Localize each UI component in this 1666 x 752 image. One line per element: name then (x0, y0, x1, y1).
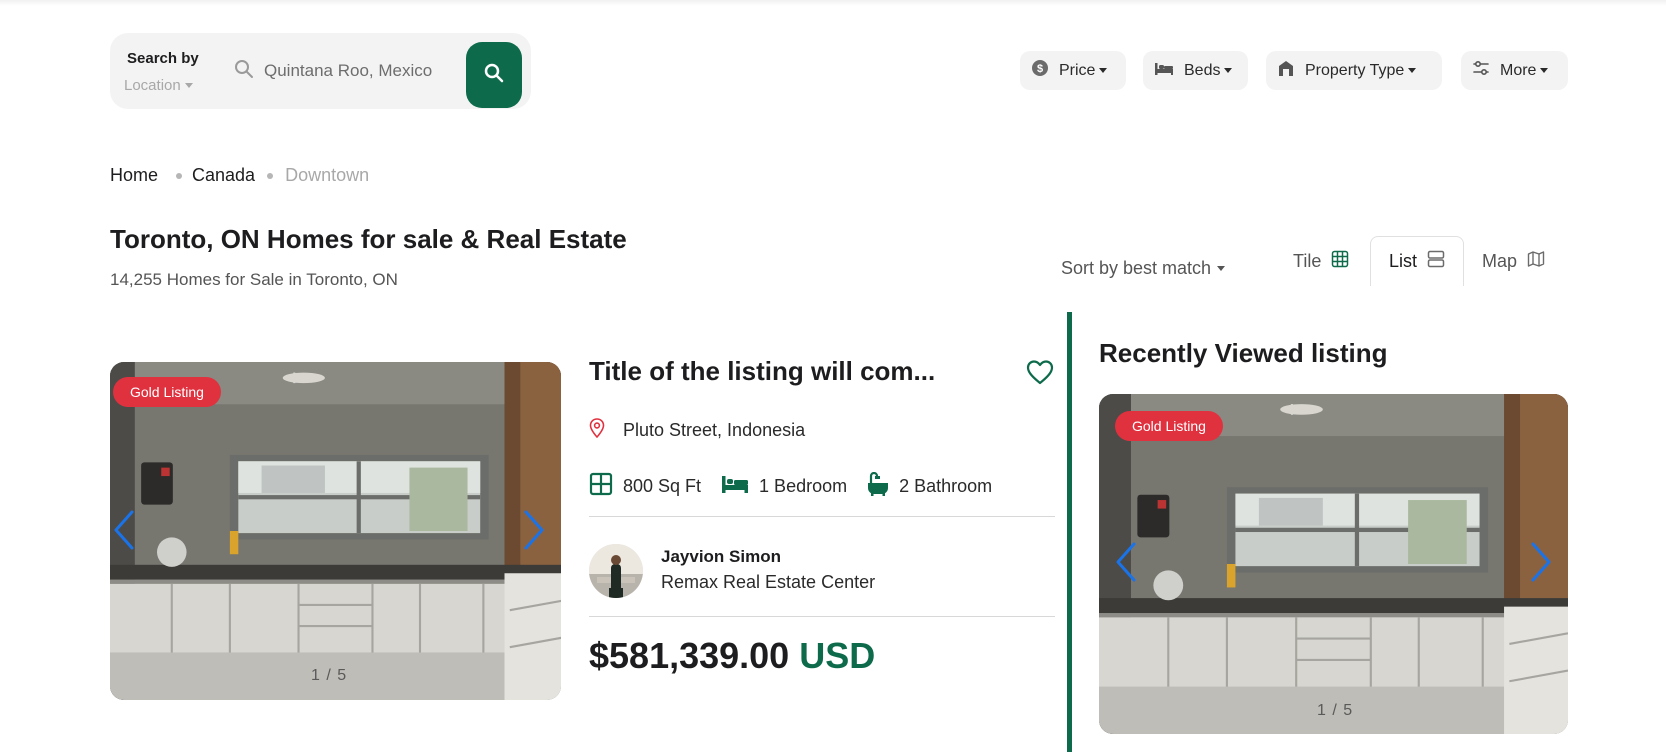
filter-beds[interactable]: Beds (1143, 51, 1248, 90)
tab-map-label: Map (1482, 250, 1518, 271)
chevron-down-icon (1408, 68, 1417, 73)
breadcrumb-downtown: Downtown (285, 165, 370, 185)
tab-list[interactable]: List (1370, 236, 1464, 286)
search-input[interactable] (264, 61, 444, 81)
kitchen-photo (110, 362, 561, 700)
feature-area-label: 800 Sq Ft (623, 476, 702, 496)
tab-map[interactable]: Map (1482, 236, 1545, 286)
feature-area: 800 Sq Ft (589, 472, 701, 501)
result-count: 14,255 Homes for Sale in Toronto, ON (110, 270, 398, 289)
tab-list-label: List (1388, 251, 1417, 271)
svg-text:$: $ (1037, 63, 1043, 75)
section-divider (1067, 312, 1072, 752)
listing-address: Pluto Street, Indonesia (589, 418, 805, 443)
search-input-wrap (234, 54, 444, 88)
tab-tile[interactable]: Tile (1293, 236, 1349, 286)
feature-bedrooms: 1 Bedroom (721, 474, 847, 499)
agent-company: Remax Real Estate Center (661, 572, 876, 592)
divider (589, 616, 1055, 617)
breadcrumb-canada[interactable]: Canada (192, 165, 255, 186)
filter-beds-label: Beds (1184, 61, 1221, 79)
page-title: Toronto, ON Homes for sale & Real Estate (110, 224, 627, 254)
gold-listing-badge: Gold Listing (1115, 411, 1223, 441)
photo-counter: 1 / 5 (1317, 702, 1354, 719)
filter-property-type[interactable]: Property Type (1266, 51, 1442, 90)
chevron-right-icon[interactable] (1529, 538, 1553, 586)
search-button[interactable] (466, 42, 522, 108)
breadcrumb-separator (176, 172, 183, 179)
agent-name[interactable]: Jayvion Simon (661, 547, 781, 567)
divider (589, 516, 1055, 517)
search-location-dropdown[interactable]: Location (124, 77, 193, 94)
breadcrumb-home[interactable]: Home (110, 165, 158, 186)
photo-counter: 1 / 5 (311, 667, 348, 684)
search-box: Search by Location (110, 33, 531, 109)
filter-property-type-label: Property Type (1305, 61, 1405, 79)
breadcrumb: Home Canada Downtown (110, 165, 369, 186)
listing-price: $581,339.00 USD (589, 635, 875, 677)
favorite-heart-icon[interactable] (1026, 359, 1054, 390)
gold-listing-badge: Gold Listing (113, 377, 221, 407)
bathtub-icon (867, 471, 889, 501)
chevron-down-icon (1224, 68, 1233, 73)
chevron-down-icon (1217, 266, 1226, 271)
filter-price-label: Price (1059, 61, 1096, 79)
chevron-left-icon[interactable] (1114, 538, 1138, 586)
listing-photo[interactable]: Gold Listing 1 / 5 (110, 362, 561, 700)
filter-price[interactable]: $ Price (1020, 51, 1126, 90)
recent-listing-photo[interactable]: Gold Listing 1 / 5 (1099, 394, 1568, 734)
search-by-label: Search by (127, 50, 199, 67)
feature-bathrooms-label: 2 Bathroom (899, 476, 993, 496)
listing-features: 800 Sq Ft 1 Bedroom 2 Bathroom (589, 471, 1012, 501)
sort-dropdown[interactable]: Sort by best match (1061, 258, 1226, 279)
bed-icon (721, 474, 749, 499)
chevron-down-icon (184, 83, 193, 88)
price-currency: USD (799, 635, 876, 676)
chevron-right-icon[interactable] (522, 506, 546, 554)
location-pin-icon (589, 418, 605, 443)
list-icon (1427, 250, 1445, 273)
dollar-coin-icon: $ (1031, 59, 1049, 82)
kitchen-photo (1099, 394, 1568, 734)
breadcrumb-separator (267, 172, 274, 179)
bed-icon (1154, 60, 1174, 81)
agent-avatar[interactable] (589, 544, 643, 598)
feature-bathrooms: 2 Bathroom (867, 471, 993, 501)
search-location-label: Location (124, 77, 181, 94)
chevron-down-icon (1540, 68, 1549, 73)
filter-more-label: More (1500, 61, 1537, 79)
sort-label: Sort by best match (1061, 258, 1212, 278)
grid-icon (1331, 250, 1349, 273)
recently-viewed-title: Recently Viewed listing (1099, 338, 1388, 368)
feature-bedrooms-label: 1 Bedroom (759, 476, 848, 496)
sliders-icon (1472, 59, 1490, 82)
chevron-left-icon[interactable] (112, 506, 136, 554)
listing-address-text: Pluto Street, Indonesia (623, 420, 806, 440)
search-icon (234, 59, 254, 84)
map-icon (1527, 250, 1545, 273)
price-amount: $581,339.00 (589, 635, 790, 676)
floor-plan-icon (589, 472, 613, 501)
search-icon (484, 63, 504, 88)
tab-tile-label: Tile (1293, 250, 1322, 271)
listing-title[interactable]: Title of the listing will com... (589, 356, 935, 387)
filter-more[interactable]: More (1461, 51, 1568, 90)
top-shadow (0, 0, 1666, 6)
house-icon (1277, 59, 1295, 82)
chevron-down-icon (1099, 68, 1108, 73)
